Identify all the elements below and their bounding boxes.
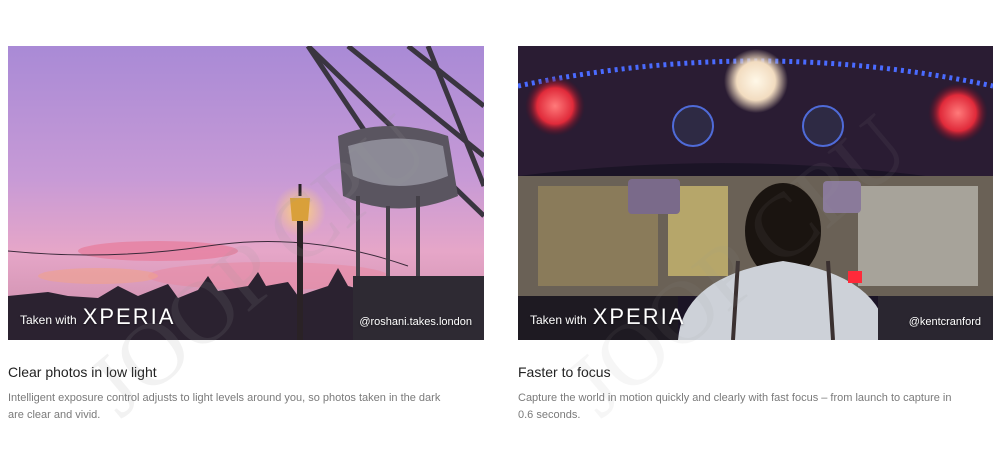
feature-title: Faster to focus — [518, 364, 611, 380]
feature-title: Clear photos in low light — [8, 364, 157, 380]
xperia-logo: XPERIA — [592, 304, 686, 329]
xperia-logo: XPERIA — [82, 304, 176, 329]
photo-credit: @kentcranford — [908, 316, 981, 328]
taken-with-xperia-badge: Taken with XPERIA — [530, 304, 685, 330]
taken-with-xperia-badge: Taken with XPERIA — [20, 304, 175, 330]
feature-card-low-light: Taken with XPERIA @roshani.takes.london … — [8, 46, 484, 424]
badge-prefix: Taken with — [530, 313, 587, 327]
badge-prefix: Taken with — [20, 313, 77, 327]
feature-card-fast-focus: Taken with XPERIA @kentcranford Faster t… — [518, 46, 993, 424]
tuk-tuk-photo: Taken with XPERIA @kentcranford — [518, 46, 993, 340]
feature-description: Intelligent exposure control adjusts to … — [8, 392, 441, 421]
feature-description: Capture the world in motion quickly and … — [518, 392, 952, 421]
photo-credit: @roshani.takes.london — [359, 316, 472, 328]
london-eye-photo: Taken with XPERIA @roshani.takes.london — [8, 46, 484, 340]
